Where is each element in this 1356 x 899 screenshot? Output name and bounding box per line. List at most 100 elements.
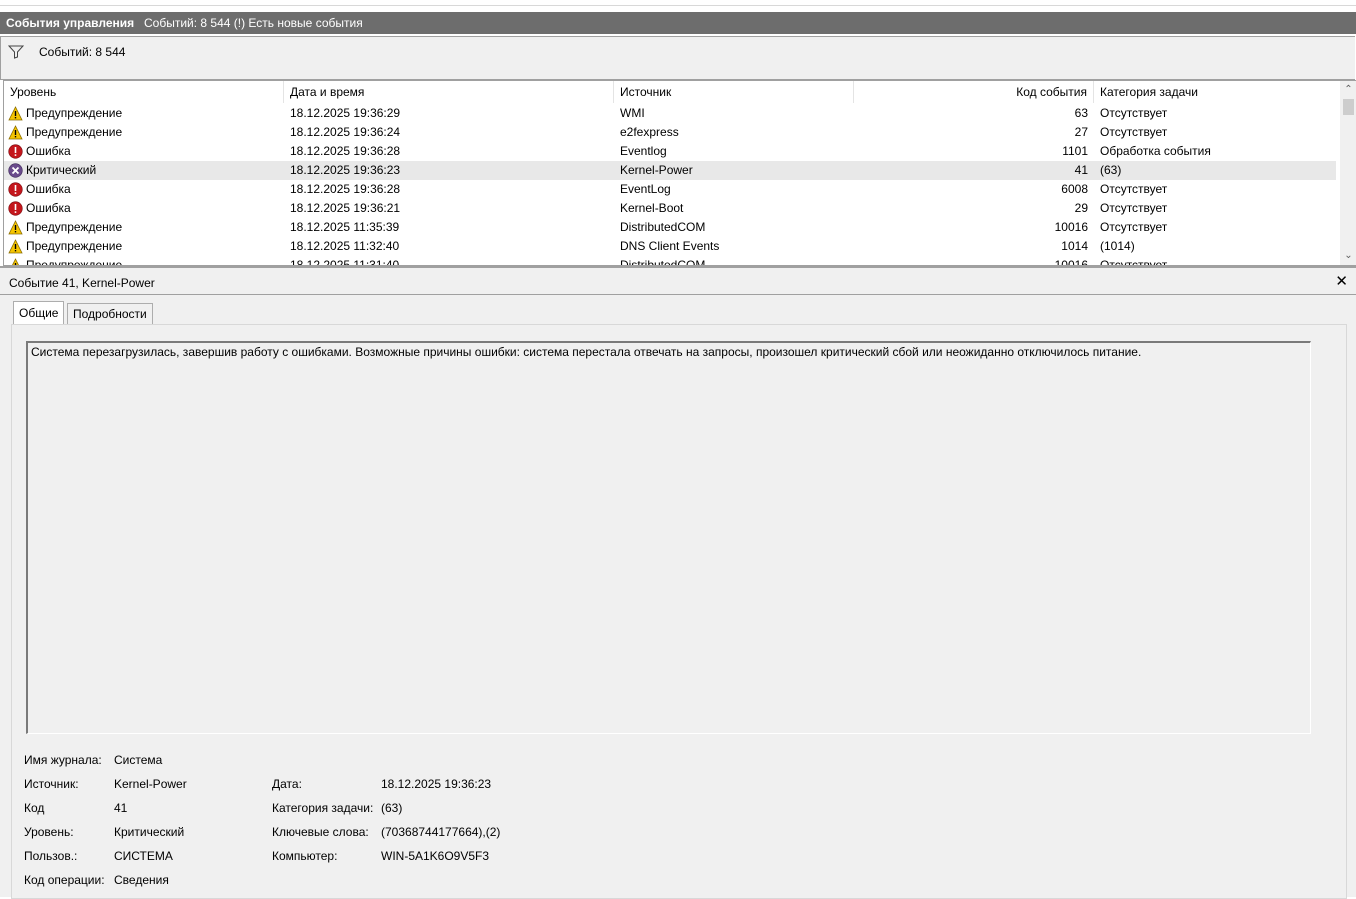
- row-date: 18.12.2025 11:32:40: [290, 239, 400, 253]
- row-task-category: Обработка события: [1100, 144, 1211, 158]
- general-tab-panel: Система перезагрузилась, завершив работу…: [11, 324, 1347, 899]
- table-row[interactable]: Ошибка 18.12.2025 19:36:28 Eventlog 1101 Обр…: [4, 142, 1336, 161]
- table-row[interactable]: Критический 18.12.2025 19:36:23 Kernel-Pow…: [4, 161, 1336, 180]
- column-header-source[interactable]: Источник: [614, 81, 854, 103]
- row-source: Kernel-Boot: [620, 201, 684, 215]
- row-event-code: 29: [1074, 201, 1088, 215]
- column-header-task-category[interactable]: Категория задачи: [1094, 81, 1336, 103]
- row-date: 18.12.2025 11:31:40: [290, 258, 400, 266]
- row-level: Критический: [26, 163, 97, 177]
- filter-icon[interactable]: [7, 45, 25, 62]
- row-task-category: Отсутствует: [1100, 125, 1168, 139]
- event-detail-pane: Событие 41, Kernel-Power ✕ Общие Подробн…: [0, 266, 1356, 899]
- event-description[interactable]: Система перезагрузилась, завершив работу…: [26, 341, 1311, 734]
- column-header-date[interactable]: Дата и время: [284, 81, 614, 103]
- filter-count: Событий: 8 544: [39, 45, 126, 59]
- row-level: Ошибка: [26, 201, 71, 215]
- grid-scrollbar[interactable]: ⌃ ⌄: [1340, 81, 1356, 265]
- scroll-down-arrow-icon[interactable]: ⌄: [1340, 248, 1356, 264]
- close-icon[interactable]: ✕: [1335, 272, 1348, 290]
- row-level: Предупреждение: [26, 106, 123, 120]
- scroll-up-arrow-icon[interactable]: ⌃: [1340, 82, 1356, 98]
- task-category-label: Категория задачи:: [272, 801, 374, 815]
- table-row[interactable]: Предупреждение 18.12.2025 11:32:40 DNS Cli…: [4, 237, 1336, 256]
- row-task-category: Отсутствует: [1100, 106, 1168, 120]
- grid-header: Уровень Дата и время Источник Код событи…: [4, 81, 1336, 103]
- task-category-value: (63): [381, 801, 403, 815]
- level-label: Уровень:: [24, 825, 74, 839]
- row-source: WMI: [620, 106, 645, 120]
- view-title: События управления: [6, 16, 135, 30]
- row-level: Предупреждение: [26, 220, 123, 234]
- row-source: DNS Client Events: [620, 239, 720, 253]
- row-source: e2fexpress: [620, 125, 679, 139]
- keywords-label: Ключевые слова:: [272, 825, 369, 839]
- grid-body: Предупреждение 18.12.2025 19:36:29 WMI 63 От…: [4, 104, 1336, 266]
- row-event-code: 63: [1074, 106, 1088, 120]
- row-level: Ошибка: [26, 144, 71, 158]
- keywords-value: (70368744177664),(2): [381, 825, 501, 839]
- opcode-value: Сведения: [114, 873, 169, 887]
- log-name-value: Система: [114, 753, 163, 767]
- tab-details[interactable]: Подробности: [67, 303, 153, 324]
- user-label: Пользов.:: [24, 849, 78, 863]
- date-value: 18.12.2025 19:36:23: [381, 777, 492, 791]
- code-label: Код: [24, 801, 45, 815]
- row-task-category: Отсутствует: [1100, 201, 1168, 215]
- row-source: DistributedCOM: [620, 258, 706, 266]
- row-event-code: 10016: [1054, 258, 1088, 266]
- row-date: 18.12.2025 19:36:21: [290, 201, 401, 215]
- user-value: СИСТЕМА: [114, 849, 173, 863]
- row-event-code: 1101: [1062, 144, 1088, 158]
- detail-title: Событие 41, Kernel-Power: [9, 276, 155, 290]
- row-task-category: Отсутствует: [1100, 220, 1168, 234]
- row-date: 18.12.2025 19:36:28: [290, 182, 401, 196]
- table-row[interactable]: Предупреждение 18.12.2025 11:35:39 Distrib…: [4, 218, 1336, 237]
- source-value: Kernel-Power: [114, 777, 187, 791]
- row-level: Ошибка: [26, 182, 71, 196]
- row-source: Kernel-Power: [620, 163, 693, 177]
- row-event-code: 6008: [1061, 182, 1088, 196]
- row-date: 18.12.2025 19:36:28: [290, 144, 401, 158]
- computer-label: Компьютер:: [272, 849, 338, 863]
- computer-value: WIN-5A1K6O9V5F3: [381, 849, 490, 863]
- row-event-code: 27: [1074, 125, 1088, 139]
- row-source: DistributedCOM: [620, 220, 706, 234]
- row-level: Предупреждение: [26, 258, 123, 266]
- filter-bar: Событий: 8 544: [0, 36, 1355, 80]
- detail-separator: [0, 294, 1356, 295]
- level-value: Критический: [114, 825, 185, 839]
- row-date: 18.12.2025 19:36:29: [290, 106, 401, 120]
- row-level: Предупреждение: [26, 239, 123, 253]
- column-header-level[interactable]: Уровень: [4, 81, 284, 103]
- table-row[interactable]: Предупреждение 18.12.2025 19:36:24 e2fexpr…: [4, 123, 1336, 142]
- row-event-code: 41: [1074, 163, 1088, 177]
- column-header-event-code[interactable]: Код события: [854, 81, 1094, 103]
- row-source: EventLog: [620, 182, 671, 196]
- code-value: 41: [114, 801, 128, 815]
- scrollbar-thumb[interactable]: [1343, 99, 1354, 115]
- table-row[interactable]: Предупреждение 18.12.2025 19:36:29 WMI 63 От…: [4, 104, 1336, 123]
- table-row[interactable]: Предупреждение 18.12.2025 11:31:40 Distrib…: [4, 256, 1336, 266]
- row-task-category: (1014): [1100, 239, 1135, 253]
- row-source: Eventlog: [620, 144, 667, 158]
- table-row[interactable]: Ошибка 18.12.2025 19:36:21 Kernel-Boot 29 От…: [4, 199, 1336, 218]
- source-label: Источник:: [24, 777, 79, 791]
- view-title-bar: События управления Событий: 8 544 (!) Ес…: [0, 12, 1356, 34]
- row-event-code: 10016: [1054, 220, 1088, 234]
- row-task-category: Отсутствует: [1100, 182, 1168, 196]
- events-grid[interactable]: Уровень Дата и время Источник Код событи…: [3, 80, 1356, 266]
- row-date: 18.12.2025 19:36:23: [290, 163, 401, 177]
- row-event-code: 1014: [1061, 239, 1088, 253]
- view-subtitle: Событий: 8 544 (!) Есть новые события: [144, 16, 363, 30]
- row-task-category: Отсутствует: [1100, 258, 1168, 266]
- row-task-category: (63): [1100, 163, 1122, 177]
- row-date: 18.12.2025 11:35:39: [290, 220, 400, 234]
- tab-general[interactable]: Общие: [13, 301, 65, 325]
- log-name-label: Имя журнала:: [24, 753, 102, 767]
- row-level: Предупреждение: [26, 125, 123, 139]
- opcode-label: Код операции:: [24, 873, 105, 887]
- top-edge: [0, 0, 1356, 6]
- table-row[interactable]: Ошибка 18.12.2025 19:36:28 EventLog 6008 Отс…: [4, 180, 1336, 199]
- date-label: Дата:: [272, 777, 302, 791]
